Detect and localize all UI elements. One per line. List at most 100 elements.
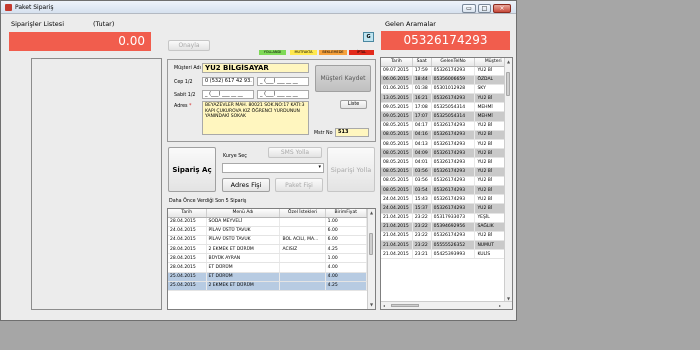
customer-name-field[interactable]: YU2 BİLGİSAYAR	[202, 63, 309, 73]
scroll-up-icon[interactable]: ▲	[505, 59, 512, 65]
calls-col-number[interactable]: GelenTelNo	[431, 58, 476, 67]
table-row[interactable]: 01.06.2015 01:38 05301012928 SKY	[381, 84, 512, 95]
title-bar[interactable]: Paket Sipariş ▭ □ ×	[1, 1, 516, 14]
table-row[interactable]: 28.04.2015 BÜYÜK AYRAN 1.00	[168, 253, 375, 264]
table-row[interactable]: 08.05.2015 04:09 05326174293 YU2 Bİ	[381, 148, 512, 159]
fixed-label: Sabit 1/2	[174, 93, 196, 98]
address-field[interactable]: BEYAZEVLER MAH. 80021 SOK.NO:17 KATI:3 K…	[202, 101, 309, 135]
table-cell: 04:09	[412, 148, 432, 159]
table-cell: 09.05.2015	[381, 111, 413, 122]
scroll-thumb[interactable]	[506, 72, 510, 96]
table-cell: 28.04.2015	[168, 262, 207, 273]
table-cell: 28.04.2015	[168, 217, 207, 227]
table-row[interactable]: 08.05.2015 04:16 05326174293 YU2 Bİ	[381, 130, 512, 141]
table-row[interactable]: 21.04.2015 23:22 05326174293 YU2 Bİ	[381, 231, 512, 242]
minimize-button[interactable]: ▭	[462, 4, 476, 13]
scroll-up-icon[interactable]: ▲	[368, 210, 375, 216]
table-row[interactable]: 28.04.2015 2 EKMEK ET DÜRÜM ACISIZ 4.25	[168, 244, 375, 255]
table-cell: 05326174293	[431, 157, 476, 168]
table-row[interactable]: 24.04.2015 PİLAV ÜSTÜ TAVUK BOL ACILI, MA.…	[168, 235, 375, 246]
table-row[interactable]: 21.04.2015 23:22 05555526352 NUMUT	[381, 240, 512, 251]
table-cell: 03:54	[412, 185, 432, 196]
table-row[interactable]: 21.04.2015 23:22 05317933073 YEŞİL	[381, 213, 512, 223]
table-cell: 23:21	[412, 249, 432, 260]
table-row[interactable]: 09.07.2015 17:59 05326174293 YU2 Bİ	[381, 66, 512, 76]
close-button[interactable]: ×	[493, 4, 511, 13]
table-row[interactable]: 28.04.2015 SODA MEYVELİ 1.00	[168, 217, 375, 227]
table-row[interactable]: 09.05.2015 17:07 05325054314 MEHMİ	[381, 111, 512, 122]
table-row[interactable]: 08.05.2015 03:56 05326174293 YU2 Bİ	[381, 176, 512, 186]
table-cell: 05326174293	[431, 121, 476, 131]
fixed1-field[interactable]: _ (___) ___ __ __	[202, 90, 254, 99]
table-row[interactable]: 28.04.2015 ET DÜRÜM 4.00	[168, 262, 375, 273]
table-row[interactable]: 08.05.2015 04:01 05326174293 YU2 Bİ	[381, 157, 512, 168]
table-row[interactable]: 08.05.2015 04:13 05326174293 YU2 Bİ	[381, 139, 512, 150]
table-row[interactable]: 08.05.2015 04:17 05326174293 YU2 Bİ	[381, 121, 512, 131]
scroll-right-icon[interactable]: ▸	[499, 303, 501, 308]
open-order-button[interactable]: Sipariş Aç	[168, 147, 216, 192]
table-row[interactable]: 25.04.2015 ET DÜRÜM 4.00	[168, 272, 375, 282]
table-cell: 17:08	[412, 102, 432, 113]
table-cell	[279, 253, 326, 264]
table-cell: BOL ACILI, MA...	[279, 235, 326, 246]
calls-hscrollbar[interactable]: ◂ ▸	[381, 301, 512, 309]
scroll-left-icon[interactable]: ◂	[383, 303, 385, 308]
fixed2-field[interactable]: _ (___) ___ __ __	[257, 90, 309, 99]
save-customer-button[interactable]: Müşteri Kaydet	[315, 65, 371, 92]
table-cell: 05326174293	[431, 194, 476, 205]
table-row[interactable]: 24.04.2015 15:43 05326174293 YU2 Bİ	[381, 194, 512, 205]
calls-scrollbar[interactable]: ▲ ▼	[504, 58, 512, 303]
table-row[interactable]: 06.06.2015 18:44 05356006659 ÖZDAL	[381, 75, 512, 85]
legend-kitchen: MUTFAKTA	[290, 50, 317, 55]
table-cell: 18:44	[412, 75, 432, 85]
calls-col-time[interactable]: Saat	[412, 58, 432, 67]
table-cell: 08.05.2015	[381, 121, 413, 131]
send-order-button[interactable]: Siparişi Yolla	[327, 147, 375, 192]
table-cell: 05326174293	[431, 66, 476, 76]
table-cell: 21.04.2015	[381, 231, 413, 242]
recent-col-notes[interactable]: Özel İstekleri	[279, 209, 326, 218]
table-cell: 08.05.2015	[381, 139, 413, 150]
courier-select[interactable]: ▾	[222, 163, 324, 173]
table-row[interactable]: 08.05.2015 03:54 05326174293 YU2 Bİ	[381, 185, 512, 196]
table-cell: 03:56	[412, 176, 432, 186]
table-row[interactable]: 09.05.2015 17:08 05325054314 MEHMİ	[381, 102, 512, 113]
legend-waiting: BEKLEMEDE	[319, 50, 347, 55]
table-row[interactable]: 08.05.2015 03:56 05326174293 YU2 Bİ	[381, 167, 512, 177]
legend-cancelled: İPTAL	[349, 50, 374, 55]
mobile2-field[interactable]: _ (___) ___ __ __	[257, 77, 309, 86]
mobile1-field[interactable]: 0 (532) 617 42 93.	[202, 77, 254, 86]
recent-scrollbar[interactable]: ▲ ▼	[367, 209, 375, 309]
approve-button[interactable]: Onayla	[168, 40, 210, 51]
table-row[interactable]: 25.04.2015 2 EKMEK ET DÜRÜM 4.25	[168, 281, 375, 292]
maximize-button[interactable]: □	[478, 4, 491, 13]
table-cell: 4.00	[325, 272, 367, 282]
hscroll-thumb[interactable]	[391, 304, 419, 307]
table-cell: 05326174293	[431, 231, 476, 242]
recent-orders-label: Daha Önce Verdiği Son 5 Sipariş	[169, 199, 247, 204]
recent-col-price[interactable]: BirimFiyat	[325, 209, 367, 218]
table-cell: 08.05.2015	[381, 157, 413, 168]
table-cell: 24.04.2015	[168, 235, 207, 246]
table-row[interactable]: 24.04.2015 15:37 05326174293 YU2 Bİ	[381, 203, 512, 214]
recent-col-date[interactable]: Tarih	[168, 209, 207, 218]
table-cell: 05326174293	[431, 203, 476, 214]
customer-no-field[interactable]: 513	[335, 128, 369, 137]
table-cell: 17:07	[412, 111, 432, 122]
table-cell: 13.05.2015	[381, 93, 413, 104]
table-cell: 05356006659	[431, 75, 476, 85]
sms-button[interactable]: SMS Yolla	[268, 147, 322, 158]
table-row[interactable]: 21.04.2015 23:22 05394692956 SAĞLIK	[381, 222, 512, 232]
table-row[interactable]: 13.05.2015 16:21 05326174293 YU2 Bİ	[381, 93, 512, 104]
table-row[interactable]: 21.04.2015 23:21 05425393993 KULİS	[381, 249, 512, 260]
scroll-thumb[interactable]	[369, 233, 373, 255]
package-slip-button[interactable]: Paket Fişi	[275, 178, 323, 192]
table-row[interactable]: 24.04.2015 PİLAV ÜSTÜ TAVUK 6.00	[168, 226, 375, 236]
g-button[interactable]: G	[363, 32, 374, 42]
calls-col-date[interactable]: Tarih	[381, 58, 413, 67]
scroll-down-icon[interactable]: ▼	[368, 302, 375, 308]
address-slip-button[interactable]: Adres Fişi	[222, 178, 270, 192]
list-button[interactable]: Liste	[340, 100, 367, 109]
table-cell: 04:01	[412, 157, 432, 168]
recent-col-menu[interactable]: Menü Adı	[206, 209, 281, 218]
